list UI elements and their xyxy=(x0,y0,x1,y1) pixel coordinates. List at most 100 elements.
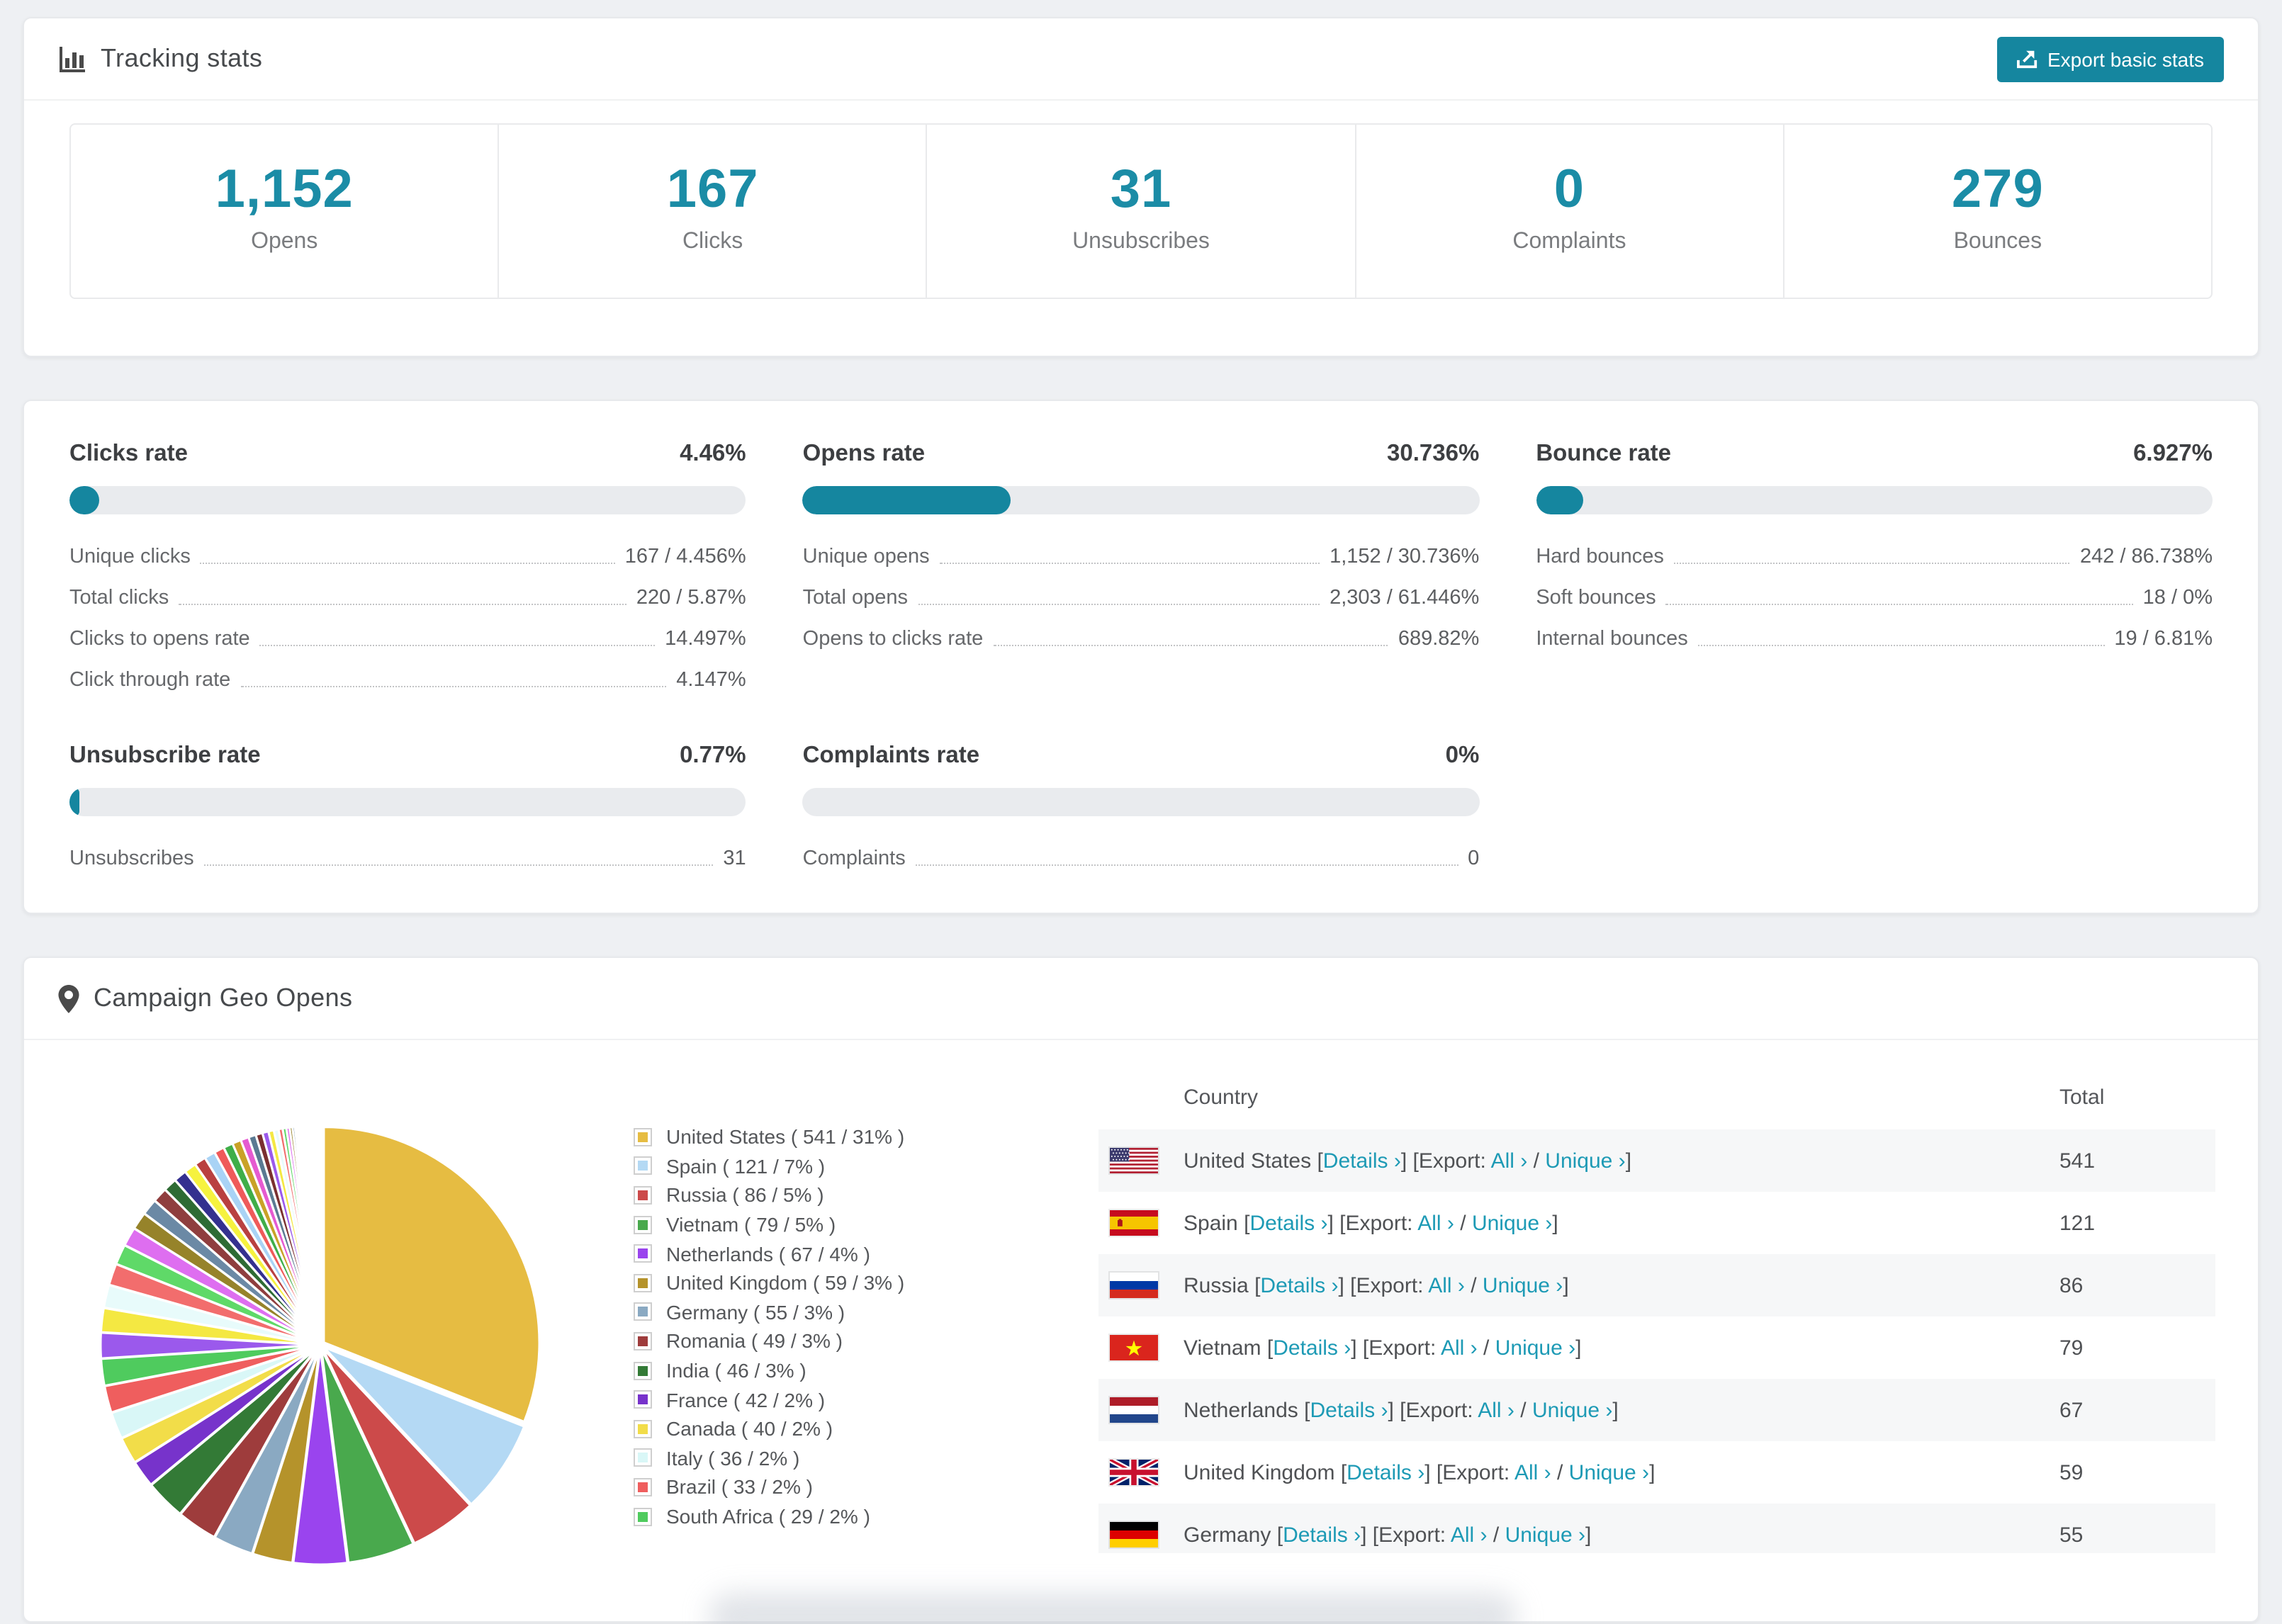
stat-value: 31 xyxy=(1110,160,1172,220)
details-link[interactable]: Details › xyxy=(1347,1460,1424,1484)
tracking-stats-header: Tracking stats Export basic stats xyxy=(24,18,2258,101)
geo-table: Country Total United States [Details ›] … xyxy=(1098,1068,2215,1553)
stat-box-bounces: 279 Bounces xyxy=(1784,125,2211,298)
rate-title: Opens rate xyxy=(802,441,926,466)
legend-swatch xyxy=(634,1390,652,1409)
bracket: ] xyxy=(1612,1398,1619,1422)
details-link[interactable]: Details › xyxy=(1260,1273,1338,1297)
rate-head: Complaints rate 0% xyxy=(803,743,1480,769)
total-value: 55 xyxy=(2059,1523,2084,1547)
export-unique-link[interactable]: Unique › xyxy=(1505,1523,1585,1547)
rate-block-clicks-rate: Clicks rate 4.46% Unique clicks 167 / 4.456… xyxy=(69,441,746,692)
export-unique-link[interactable]: Unique › xyxy=(1483,1273,1563,1297)
detail-value: 242 / 86.738% xyxy=(2079,546,2213,568)
stat-label: Opens xyxy=(251,229,318,254)
stat-box-opens: 1,152 Opens xyxy=(71,125,500,298)
detail-value: 31 xyxy=(723,847,746,870)
bracket: ] [Export: xyxy=(1424,1460,1514,1484)
detail-value: 167 / 4.456% xyxy=(624,546,746,568)
total-value: 59 xyxy=(2059,1460,2084,1484)
geo-table-body: United States [Details ›] [Export: All ›… xyxy=(1098,1129,2215,1553)
legend-swatch xyxy=(634,1127,652,1146)
bracket: [ xyxy=(1266,1336,1274,1360)
rate-detail-row-clicks-to-opens-rate: Clicks to opens rate 14.497% xyxy=(69,628,746,650)
export-unique-link[interactable]: Unique › xyxy=(1495,1336,1575,1360)
table-row-spain: Spain [Details ›] [Export: All › / Uniqu… xyxy=(1098,1192,2215,1254)
country-cell: United Kingdom [Details ›] [Export: All … xyxy=(1172,1441,2048,1504)
rate-title: Bounce rate xyxy=(1536,441,1672,466)
rate-detail-row-soft-bounces: Soft bounces 18 / 0% xyxy=(1536,587,2213,609)
detail-value: 1,152 / 30.736% xyxy=(1330,546,1480,568)
geo-body: United States ( 541 / 31% ) Spain ( 121 /… xyxy=(24,1040,2258,1586)
legend-label: France ( 42 / 2% ) xyxy=(666,1388,826,1411)
bracket: [ xyxy=(1340,1460,1347,1484)
export-all-link[interactable]: All › xyxy=(1417,1211,1454,1235)
legend-label: United Kingdom ( 59 / 3% ) xyxy=(666,1271,905,1295)
detail-value: 2,303 / 61.446% xyxy=(1330,587,1480,609)
export-basic-stats-button[interactable]: Export basic stats xyxy=(1996,36,2224,81)
flag-ru-icon xyxy=(1108,1271,1161,1299)
legend-item-united-kingdom: United Kingdom ( 59 / 3% ) xyxy=(634,1268,1098,1297)
details-link[interactable]: Details › xyxy=(1249,1211,1327,1235)
rate-head: Clicks rate 4.46% xyxy=(69,441,746,468)
rates-grid: Clicks rate 4.46% Unique clicks 167 / 4.456… xyxy=(69,441,2213,870)
rate-detail-row-internal-bounces: Internal bounces 19 / 6.81% xyxy=(1536,628,2213,650)
flag-cell xyxy=(1098,1254,1172,1316)
detail-value: 18 / 0% xyxy=(2142,587,2213,609)
export-all-link[interactable]: All › xyxy=(1491,1149,1528,1173)
export-unique-link[interactable]: Unique › xyxy=(1472,1211,1552,1235)
rate-value: 0.77% xyxy=(680,743,746,768)
flag-cell xyxy=(1098,1441,1172,1504)
rate-detail-row-total-opens: Total opens 2,303 / 61.446% xyxy=(803,587,1480,609)
rate-value: 4.46% xyxy=(680,441,746,466)
dotted-leader xyxy=(918,604,1320,605)
export-unique-link[interactable]: Unique › xyxy=(1545,1149,1625,1173)
flag-vn-icon xyxy=(1108,1333,1161,1362)
export-all-link[interactable]: All › xyxy=(1514,1460,1551,1484)
legend-swatch xyxy=(634,1302,652,1321)
table-row-russia: Russia [Details ›] [Export: All › / Uniq… xyxy=(1098,1254,2215,1316)
stats-boxes: 1,152 Opens 167 Clicks 31 Unsubscribes 0 Compla… xyxy=(69,123,2213,299)
legend-swatch xyxy=(634,1331,652,1350)
country-cell: Germany [Details ›] [Export: All › / Uni… xyxy=(1172,1504,2048,1553)
country-name: United Kingdom xyxy=(1184,1460,1341,1484)
geo-pie-chart xyxy=(99,1124,541,1566)
bracket: ] [Export: xyxy=(1400,1149,1491,1173)
details-link[interactable]: Details › xyxy=(1273,1336,1351,1360)
dotted-leader xyxy=(915,864,1458,866)
flag-gb-icon xyxy=(1108,1458,1161,1487)
legend-label: Romania ( 49 / 3% ) xyxy=(666,1329,843,1353)
rate-detail-row-opens-to-clicks-rate: Opens to clicks rate 689.82% xyxy=(803,628,1480,650)
export-icon xyxy=(2016,48,2038,69)
country-cell: United States [Details ›] [Export: All ›… xyxy=(1172,1129,2048,1192)
dotted-leader xyxy=(200,563,615,564)
legend-label: India ( 46 / 3% ) xyxy=(666,1359,806,1382)
export-all-link[interactable]: All › xyxy=(1478,1398,1514,1422)
flag-cell xyxy=(1098,1192,1172,1254)
geo-table-wrap: Country Total United States [Details ›] … xyxy=(1098,1068,2215,1553)
details-link[interactable]: Details › xyxy=(1323,1149,1401,1173)
legend-swatch xyxy=(634,1477,652,1496)
legend-item-united-states: United States ( 541 / 31% ) xyxy=(634,1122,1098,1151)
stat-label: Unsubscribes xyxy=(1072,229,1210,254)
stats-wrap: 1,152 Opens 167 Clicks 31 Unsubscribes 0 Compla… xyxy=(24,101,2258,299)
details-link[interactable]: Details › xyxy=(1283,1523,1361,1547)
total-value: 121 xyxy=(2059,1211,2096,1235)
rate-detail-row-complaints: Complaints 0 xyxy=(803,847,1480,870)
rate-value: 0% xyxy=(1445,743,1480,768)
export-all-link[interactable]: All › xyxy=(1451,1523,1488,1547)
export-unique-link[interactable]: Unique › xyxy=(1532,1398,1612,1422)
details-link[interactable]: Details › xyxy=(1310,1398,1388,1422)
export-all-link[interactable]: All › xyxy=(1428,1273,1465,1297)
export-all-link[interactable]: All › xyxy=(1441,1336,1478,1360)
export-unique-link[interactable]: Unique › xyxy=(1569,1460,1649,1484)
page-title: Tracking stats xyxy=(101,44,263,72)
rate-block-opens-rate: Opens rate 30.736% Unique opens 1,152 / 30.… xyxy=(802,441,1480,692)
stat-value: 1,152 xyxy=(215,160,354,220)
dotted-leader xyxy=(179,604,626,605)
detail-value: 0 xyxy=(1468,847,1480,870)
legend-swatch xyxy=(634,1244,652,1263)
legend-label: Spain ( 121 / 7% ) xyxy=(666,1154,826,1178)
bracket: ] xyxy=(1585,1523,1592,1547)
progress-fill xyxy=(69,788,79,816)
